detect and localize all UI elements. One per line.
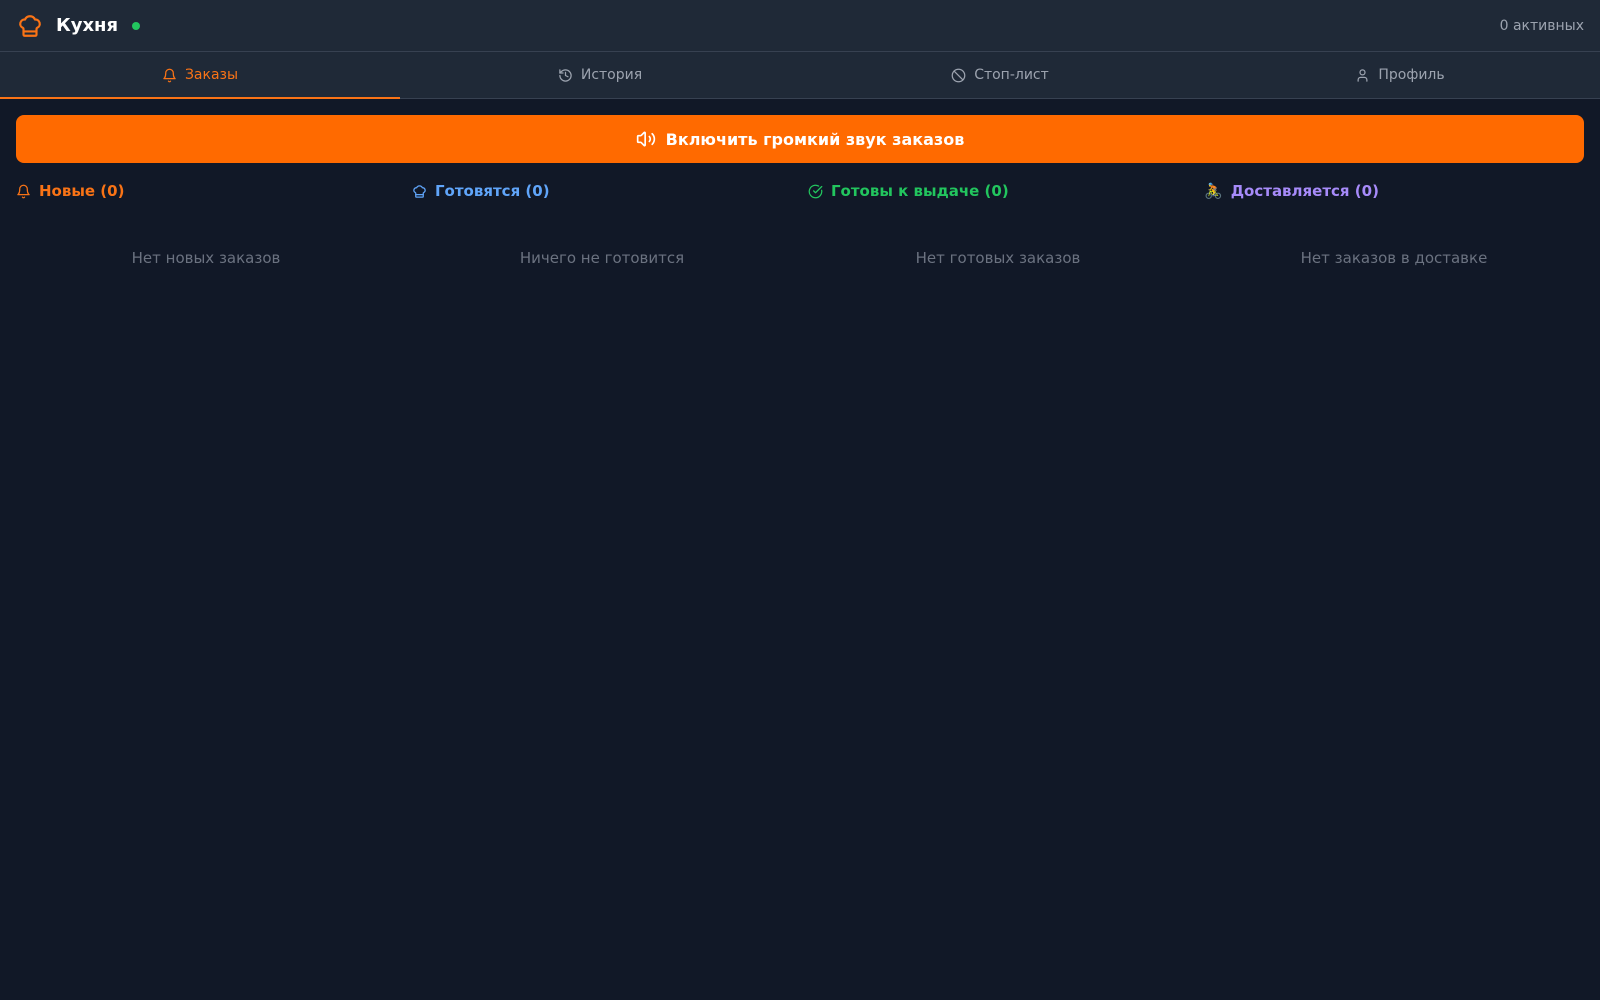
history-icon <box>559 68 572 82</box>
tab-stop-list-label: Стоп-лист <box>974 67 1049 83</box>
column-ready: Готовы к выдаче (0) Нет готовых заказов <box>808 182 1188 267</box>
online-status-dot <box>132 21 141 30</box>
tab-history[interactable]: История <box>400 52 800 98</box>
column-delivery-header: 🚴 Доставляется (0) <box>1204 181 1584 200</box>
enable-sound-button[interactable]: Включить громкий звук заказов <box>16 115 1584 163</box>
active-orders-count: 0 активных <box>1499 17 1584 34</box>
column-delivery: 🚴 Доставляется (0) Нет заказов в доставк… <box>1204 181 1584 267</box>
column-cooking-header: Готовятся (0) <box>412 182 792 200</box>
cyclist-icon: 🚴 <box>1204 181 1223 200</box>
volume-icon <box>636 131 655 147</box>
chef-hat-icon <box>413 184 426 198</box>
chef-hat-icon <box>16 12 44 40</box>
column-new-header: Новые (0) <box>16 182 396 200</box>
column-new-title: Новые (0) <box>39 182 125 200</box>
column-cooking-title: Готовятся (0) <box>435 182 550 200</box>
column-ready-header: Готовы к выдаче (0) <box>808 182 1188 200</box>
tab-history-label: История <box>580 67 643 83</box>
tab-orders-label: Заказы <box>184 67 239 83</box>
column-cooking: Готовятся (0) Ничего не готовится <box>412 182 792 267</box>
app-title: Кухня <box>56 15 119 36</box>
ban-icon <box>951 68 966 82</box>
column-new-empty-text: Нет новых заказов <box>131 249 281 267</box>
main-tabs: Заказы История Стоп-лист Профиль <box>0 52 1600 99</box>
orders-board: Включить громкий звук заказов Новые (0) … <box>0 99 1600 283</box>
user-icon <box>1357 68 1368 82</box>
bell-icon <box>17 184 30 198</box>
check-circle-icon <box>808 184 823 198</box>
app-header: Кухня 0 активных <box>0 0 1600 52</box>
column-cooking-empty-text: Ничего не готовится <box>519 249 685 267</box>
column-delivery-title: Доставляется (0) <box>1230 182 1379 200</box>
brand: Кухня <box>16 12 141 40</box>
bell-icon <box>163 68 176 82</box>
column-new: Новые (0) Нет новых заказов <box>16 182 396 267</box>
tab-profile-label: Профиль <box>1378 67 1445 83</box>
enable-sound-label: Включить громкий звук заказов <box>665 129 965 149</box>
column-delivery-empty-text: Нет заказов в доставке <box>1300 249 1488 267</box>
tab-orders[interactable]: Заказы <box>0 52 400 99</box>
tab-profile[interactable]: Профиль <box>1200 52 1600 98</box>
order-columns: Новые (0) Нет новых заказов Готовятся (0… <box>16 181 1584 267</box>
column-ready-empty-text: Нет готовых заказов <box>915 249 1081 267</box>
column-ready-title: Готовы к выдаче (0) <box>831 182 1009 200</box>
tab-stop-list[interactable]: Стоп-лист <box>800 52 1200 98</box>
